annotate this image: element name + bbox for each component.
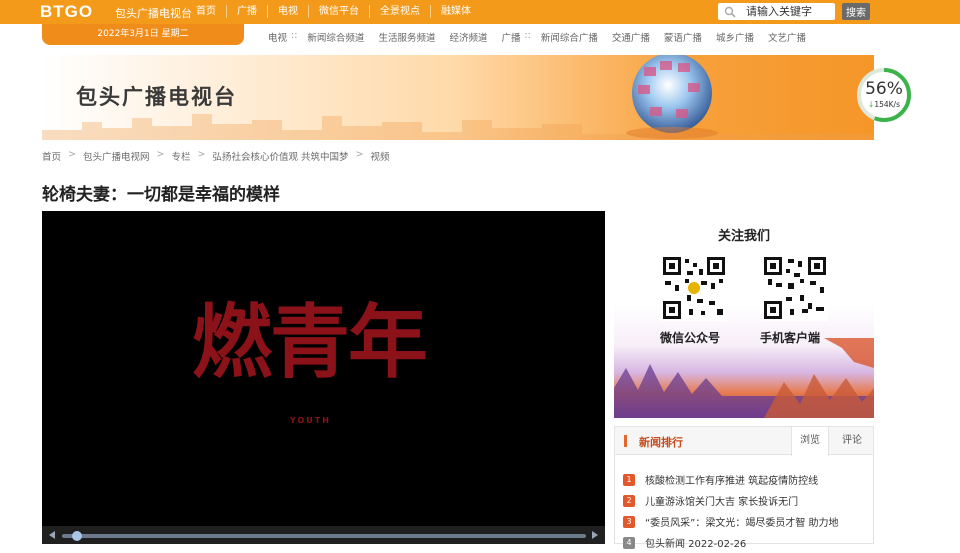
date-display: 2022年3月1日 星期二 xyxy=(42,24,244,45)
news-list: 1 核酸检测工作有序推进 筑起疫情防控线 2 儿童游泳馆关门大吉 家长投诉无门 3 “… xyxy=(623,469,871,553)
breadcrumb-item[interactable]: 专栏 xyxy=(171,149,190,163)
breadcrumb-item[interactable]: 弘扬社会核心价值观 共筑中国梦 xyxy=(212,149,348,163)
follow-us-panel: 关注我们 微信公众号 手机客户端 xyxy=(614,211,874,418)
wechat-qr-code-icon[interactable] xyxy=(661,255,727,321)
news-item-title[interactable]: 核酸检测工作有序推进 筑起疫情防控线 xyxy=(645,472,818,487)
channel-nav: 电视:: 新闻综合频道 生活服务频道 经济频道 广播:: 新闻综合广播 交通广播… xyxy=(268,30,820,44)
news-item-title[interactable]: “委员风采”：梁文光：竭尽委员才智 助力地 xyxy=(645,514,839,529)
breadcrumb-item[interactable]: 首页 xyxy=(42,149,61,163)
video-logo-text: 燃青年 xyxy=(192,296,428,389)
accent-bar xyxy=(624,435,627,447)
nav-tv[interactable]: 电视 xyxy=(267,5,308,18)
radio-mongolian[interactable]: 蒙语广播 xyxy=(664,30,702,44)
list-item[interactable]: 2 儿童游泳馆关门大吉 家长投诉无门 xyxy=(623,490,871,511)
video-player[interactable]: 燃青年 YOUTH xyxy=(42,211,605,544)
search-input[interactable] xyxy=(746,4,832,19)
nav-media[interactable]: 融媒体 xyxy=(430,5,481,18)
top-nav: 首页 广播 电视 微信平台 全景视点 融媒体 xyxy=(196,5,481,18)
breadcrumb-item[interactable]: 包头广播电视网 xyxy=(83,149,150,163)
search-box xyxy=(718,3,835,20)
speed-rate: ↓154K/s xyxy=(856,100,912,109)
rewind-icon[interactable] xyxy=(47,530,57,540)
nav-home[interactable]: 首页 xyxy=(196,5,226,18)
wechat-qr-label: 微信公众号 xyxy=(660,331,721,345)
news-ranking-panel: 新闻排行 浏览 评论 1 核酸检测工作有序推进 筑起疫情防控线 2 儿童游泳馆关门大… xyxy=(614,426,874,550)
radio-traffic[interactable]: 交通广播 xyxy=(612,30,650,44)
nav-wechat[interactable]: 微信平台 xyxy=(308,5,369,18)
channel-group-tv[interactable]: 电视 xyxy=(268,30,287,44)
radio-arts[interactable]: 文艺广播 xyxy=(768,30,806,44)
separator-icon: :: xyxy=(524,30,531,41)
search-button[interactable]: 搜索 xyxy=(842,3,870,20)
video-progress-track[interactable] xyxy=(62,534,586,538)
breadcrumb: 首页 > 包头广播电视网 > 专栏 > 弘扬社会核心价值观 共筑中国梦 > 视频 xyxy=(42,149,389,163)
video-progress-handle[interactable] xyxy=(72,531,83,541)
rank-badge: 1 xyxy=(623,473,635,486)
nav-panorama[interactable]: 全景视点 xyxy=(369,5,430,18)
tab-views[interactable]: 浏览 xyxy=(791,427,829,456)
separator-icon: :: xyxy=(291,30,298,41)
video-logo-subtext: YOUTH xyxy=(290,416,331,425)
list-item[interactable]: 3 “委员风采”：梁文光：竭尽委员才智 助力地 xyxy=(623,511,871,532)
list-item[interactable]: 4 包头新闻 2022-02-26 xyxy=(623,532,871,553)
forest-illustration xyxy=(614,338,874,418)
channel-group-radio[interactable]: 广播 xyxy=(501,30,520,44)
radio-news[interactable]: 新闻综合广播 xyxy=(541,30,598,44)
rank-badge: 3 xyxy=(623,515,635,528)
news-item-title[interactable]: 包头新闻 2022-02-26 xyxy=(645,535,746,550)
banner-title: 包头广播电视台 xyxy=(76,84,237,109)
video-controls xyxy=(42,526,605,544)
forward-icon[interactable] xyxy=(590,530,600,540)
top-bar: BTGO 包头广播电视台 首页 广播 电视 微信平台 全景视点 融媒体 搜索 xyxy=(0,0,960,24)
channel-life[interactable]: 生活服务频道 xyxy=(378,30,435,44)
rank-badge: 2 xyxy=(623,494,635,507)
speed-percent: 56% xyxy=(865,79,903,99)
globe-graphic xyxy=(626,55,718,139)
header-banner: 包头广播电视台 xyxy=(42,55,874,140)
chevron-right-icon: > xyxy=(355,149,364,160)
news-ranking-title: 新闻排行 xyxy=(639,436,683,449)
radio-urban-rural[interactable]: 城乡广播 xyxy=(716,30,754,44)
nav-radio[interactable]: 广播 xyxy=(226,5,267,18)
list-item[interactable]: 1 核酸检测工作有序推进 筑起疫情防控线 xyxy=(623,469,871,490)
chevron-right-icon: > xyxy=(197,149,206,160)
chevron-right-icon: > xyxy=(156,149,165,160)
site-logo[interactable]: BTGO xyxy=(40,2,93,22)
breadcrumb-current: 视频 xyxy=(370,152,390,163)
site-name[interactable]: 包头广播电视台 xyxy=(115,5,192,21)
app-qr-label: 手机客户端 xyxy=(760,331,821,345)
news-ranking-header: 新闻排行 浏览 评论 xyxy=(615,427,873,456)
channel-economy[interactable]: 经济频道 xyxy=(449,30,487,44)
tab-comments[interactable]: 评论 xyxy=(833,427,871,455)
app-qr-code-icon[interactable] xyxy=(762,255,828,321)
network-speed-widget[interactable]: 56% ↓154K/s xyxy=(856,67,912,123)
news-item-title[interactable]: 儿童游泳馆关门大吉 家长投诉无门 xyxy=(645,493,798,508)
rank-badge: 4 xyxy=(623,536,635,549)
article-title: 轮椅夫妻：一切都是幸福的模样 xyxy=(42,185,280,205)
chevron-right-icon: > xyxy=(68,149,76,160)
channel-news[interactable]: 新闻综合频道 xyxy=(307,30,364,44)
search-icon xyxy=(724,6,736,18)
speed-rate-value: 154K/s xyxy=(874,100,900,109)
follow-us-title: 关注我们 xyxy=(717,229,770,244)
